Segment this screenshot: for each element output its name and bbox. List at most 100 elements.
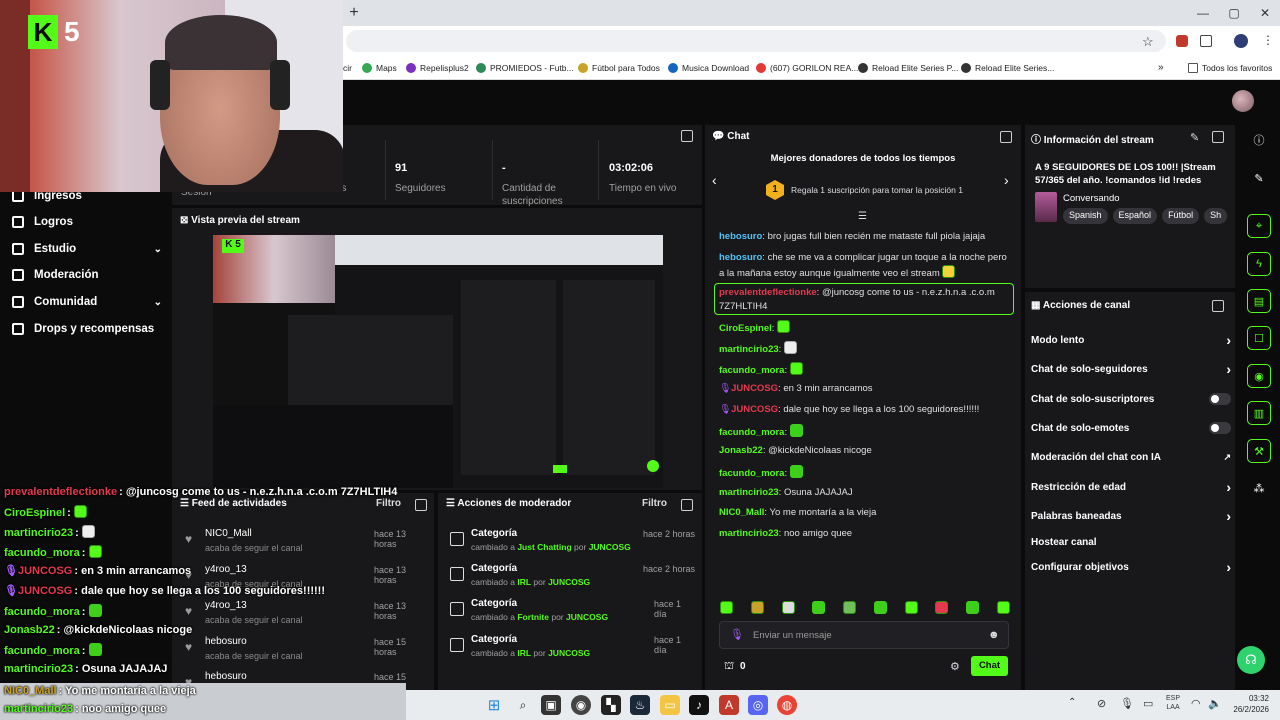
chat-input[interactable]: 🎙 Enviar un mensaje ☻: [719, 621, 1009, 649]
bookmark-item[interactable]: (607) GORILON REA...: [756, 60, 858, 76]
pinned-menu-icon[interactable]: ☰: [858, 211, 867, 222]
bookmark-item[interactable]: Reload Elite Series...: [961, 60, 1054, 76]
send-chat-button[interactable]: Chat: [971, 656, 1008, 676]
windows-start-icon[interactable]: ⊞: [484, 695, 504, 715]
extension-icon[interactable]: [1176, 35, 1188, 47]
support-headset-button[interactable]: ☊: [1237, 646, 1265, 674]
sidebar-item-estudio[interactable]: Estudio ⌄: [12, 240, 162, 258]
action-ai-moderation[interactable]: Moderación del chat con IA ↗: [1031, 449, 1231, 465]
new-tab-button[interactable]: +: [346, 4, 362, 22]
adobe-icon[interactable]: A: [719, 695, 739, 715]
edit-pencil-icon[interactable]: ✎: [1190, 131, 1199, 144]
search-icon[interactable]: ⌕: [513, 695, 533, 715]
emote-button[interactable]: [812, 601, 826, 614]
bookmark-item[interactable]: cir: [343, 60, 352, 76]
emote-button[interactable]: [966, 601, 980, 614]
bookmark-item[interactable]: PROMIEDOS - Futb...: [476, 60, 574, 76]
bookmark-item[interactable]: Fútbol para Todos: [578, 60, 660, 76]
action-slow-mode[interactable]: Modo lento ›: [1031, 332, 1231, 348]
document-rail-icon[interactable]: ▤: [1247, 289, 1271, 313]
stream-preview-video[interactable]: K 5: [213, 235, 663, 488]
mic-tray-icon[interactable]: 🎙: [1120, 697, 1134, 710]
action-emotes-only[interactable]: Chat de solo-emotes: [1031, 420, 1231, 436]
browser-menu-icon[interactable]: ⋮: [1262, 33, 1274, 47]
action-subs-only[interactable]: Chat de solo-suscriptores: [1031, 391, 1231, 407]
file-explorer-icon[interactable]: ▭: [660, 695, 680, 715]
emote-button[interactable]: [935, 601, 949, 614]
bookmark-item[interactable]: Repelisplus2: [406, 60, 469, 76]
emote-button[interactable]: [904, 601, 918, 614]
chat-rail-icon[interactable]: ☐: [1247, 326, 1271, 350]
category-name[interactable]: Conversando: [1063, 193, 1120, 204]
expand-icon[interactable]: [1212, 300, 1224, 312]
network-icon[interactable]: ⊘: [1097, 697, 1106, 710]
close-window-button[interactable]: ✕: [1255, 4, 1275, 22]
donors-prev-button[interactable]: ‹: [712, 172, 717, 188]
expand-icon[interactable]: [1212, 131, 1224, 143]
share-rail-icon[interactable]: ⁂: [1247, 476, 1271, 500]
minimize-button[interactable]: —: [1193, 4, 1213, 22]
profile-icon[interactable]: [1234, 34, 1248, 48]
edit-rail-icon[interactable]: ✎: [1247, 166, 1271, 190]
target-rail-icon[interactable]: ⌖: [1247, 214, 1271, 238]
bookmark-item[interactable]: Maps: [362, 60, 397, 76]
expand-icon[interactable]: [681, 499, 693, 511]
emote-button[interactable]: [781, 601, 795, 614]
volume-icon[interactable]: 🔈: [1208, 697, 1222, 710]
sidebar-item-comunidad[interactable]: Comunidad ⌄: [12, 293, 162, 311]
action-host-channel[interactable]: Hostear canal: [1031, 534, 1231, 550]
bookmark-item[interactable]: Reload Elite Series P...: [858, 60, 958, 76]
steam-icon[interactable]: ♨: [630, 695, 650, 715]
expand-icon[interactable]: [681, 130, 693, 142]
app-icon[interactable]: ▚: [601, 695, 621, 715]
tray-overflow-icon[interactable]: ⌃: [1068, 697, 1076, 708]
lightning-rail-icon[interactable]: ϟ: [1247, 252, 1271, 276]
clock[interactable]: 03:32 26/2/2026: [1225, 693, 1269, 715]
tag[interactable]: Fútbol: [1162, 208, 1200, 224]
mic-icon[interactable]: 🎙: [730, 628, 744, 641]
app-icon[interactable]: ◉: [571, 695, 591, 715]
action-followers-only[interactable]: Chat de solo-seguidores ›: [1031, 361, 1231, 377]
maximize-button[interactable]: ▢: [1224, 4, 1244, 22]
emote-button[interactable]: [843, 601, 857, 614]
category-thumbnail[interactable]: [1035, 192, 1057, 222]
layout-rail-icon[interactable]: ▥: [1247, 401, 1271, 425]
user-avatar[interactable]: [1232, 90, 1254, 112]
keyboard-language[interactable]: ESP LAA: [1166, 694, 1180, 712]
expand-icon[interactable]: [1000, 131, 1012, 143]
action-goals[interactable]: Configurar objetivos ›: [1031, 559, 1231, 575]
info-rail-icon[interactable]: ⓘ: [1247, 128, 1271, 152]
task-view-icon[interactable]: ▣: [541, 695, 561, 715]
tiktok-icon[interactable]: ♪: [689, 695, 709, 715]
emote-button[interactable]: [750, 601, 764, 614]
bookmarks-overflow-icon[interactable]: »: [1158, 60, 1164, 76]
sidebar-item-drops[interactable]: Drops y recompensas: [12, 320, 154, 338]
emote-button[interactable]: [996, 601, 1010, 614]
discord-icon[interactable]: ◎: [748, 695, 768, 715]
sidebar-item-moderacion[interactable]: Moderación: [12, 266, 99, 284]
emotes-only-toggle[interactable]: [1209, 422, 1231, 434]
wifi-icon[interactable]: ◠: [1191, 697, 1201, 710]
points-icon[interactable]: ⛫: [724, 660, 734, 674]
expand-icon[interactable]: [415, 499, 427, 511]
extensions-puzzle-icon[interactable]: [1200, 35, 1212, 47]
action-age-restriction[interactable]: Restricción de edad ›: [1031, 479, 1231, 495]
tag[interactable]: Español: [1112, 208, 1158, 224]
emoji-icon[interactable]: ☻: [988, 629, 1000, 641]
tag[interactable]: Spanish: [1063, 208, 1108, 224]
chrome-icon[interactable]: ◍: [777, 695, 797, 715]
subs-only-toggle[interactable]: [1209, 393, 1231, 405]
emote-button[interactable]: [720, 601, 733, 614]
donors-next-button[interactable]: ›: [1004, 172, 1009, 188]
address-bar[interactable]: [346, 30, 1166, 52]
tag[interactable]: Sh: [1204, 208, 1228, 224]
camera-tray-icon[interactable]: ▭: [1143, 697, 1153, 710]
broadcast-rail-icon[interactable]: ◉: [1247, 364, 1271, 388]
all-favorites-folder[interactable]: Todos los favoritos: [1188, 60, 1272, 76]
emote-button[interactable]: [873, 601, 887, 614]
wrench-rail-icon[interactable]: ⚒: [1247, 439, 1271, 463]
mod-filter-button[interactable]: Filtro: [642, 498, 667, 509]
chat-settings-icon[interactable]: ⚙: [950, 660, 960, 673]
bookmark-star-icon[interactable]: ☆: [1142, 34, 1154, 50]
sidebar-item-logros[interactable]: Logros: [12, 213, 73, 231]
